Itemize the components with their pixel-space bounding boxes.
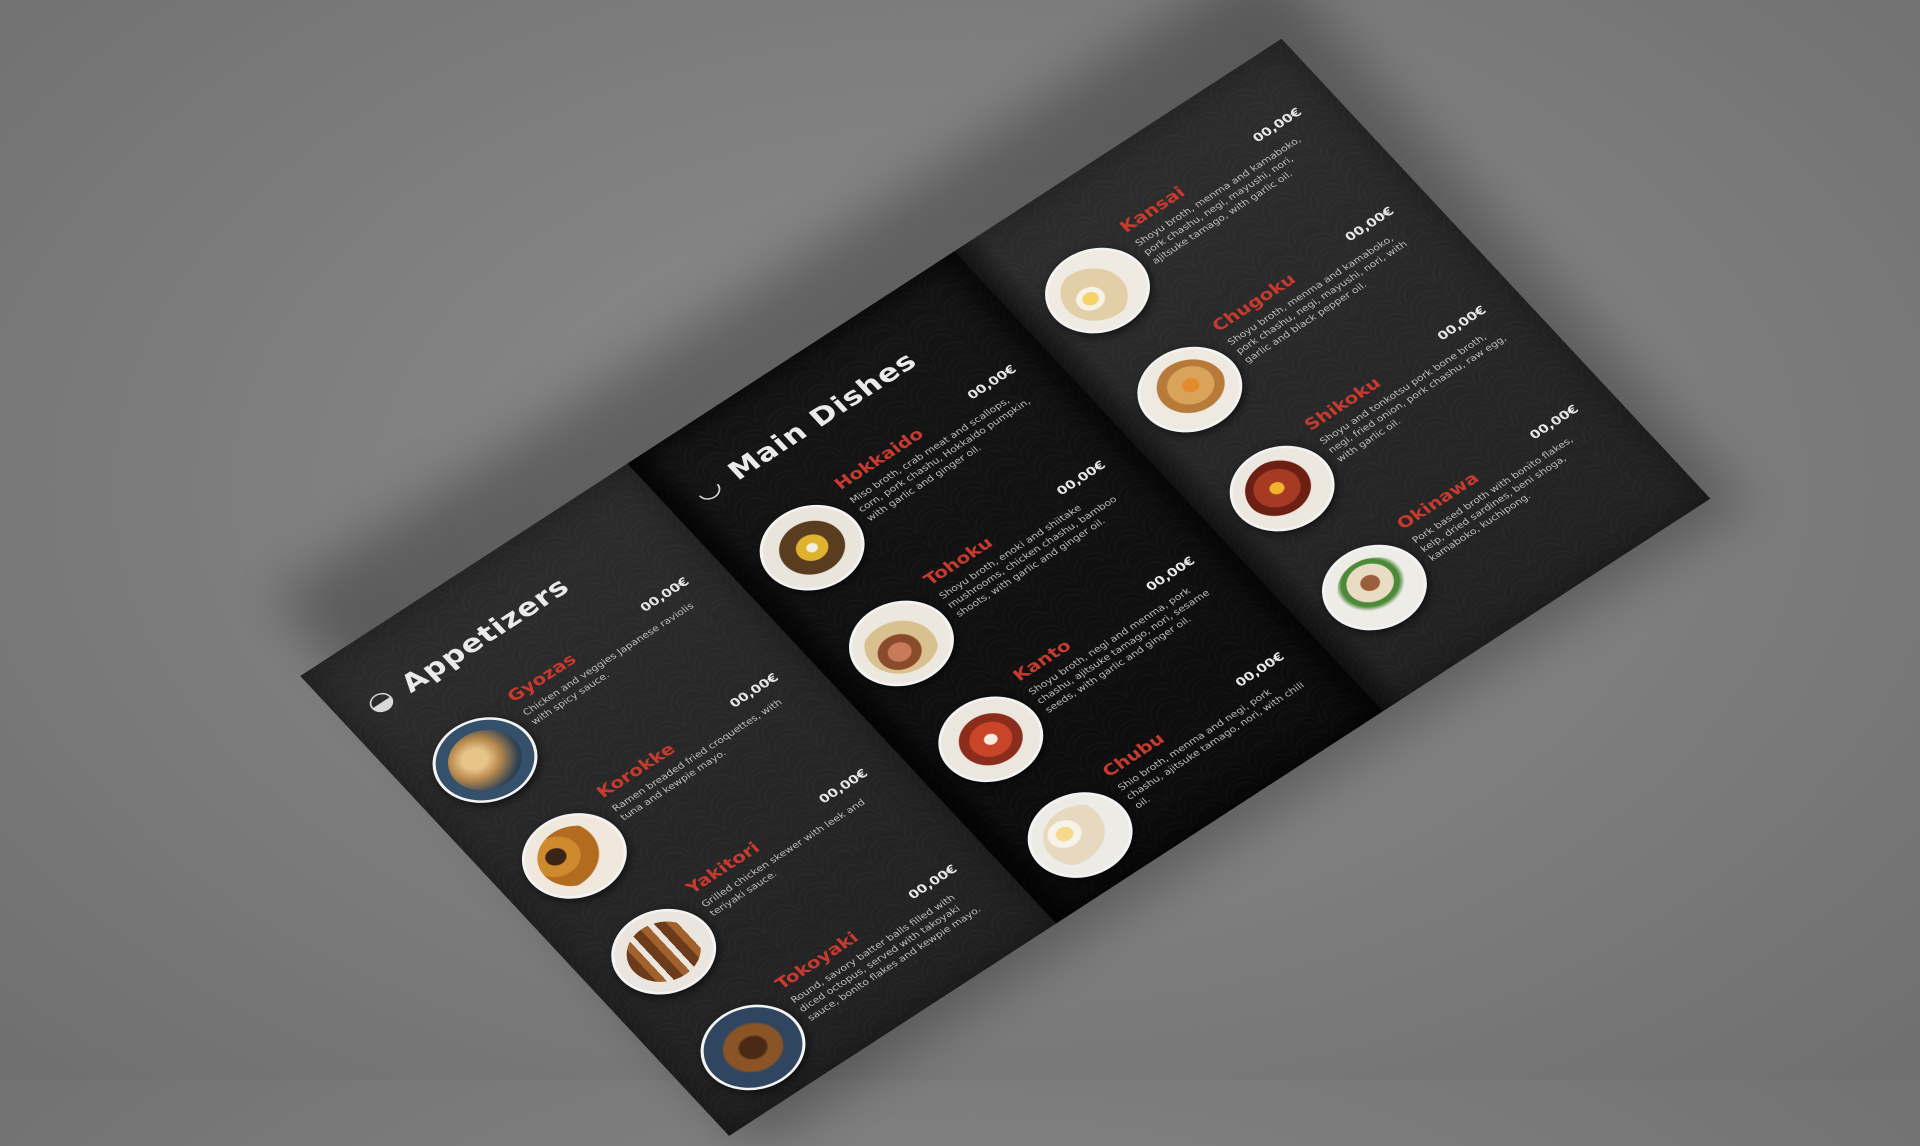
item-description: Chicken and veggies Japanese raviolis wi… (520, 600, 697, 727)
dumpling-icon: ◒ (359, 683, 402, 720)
